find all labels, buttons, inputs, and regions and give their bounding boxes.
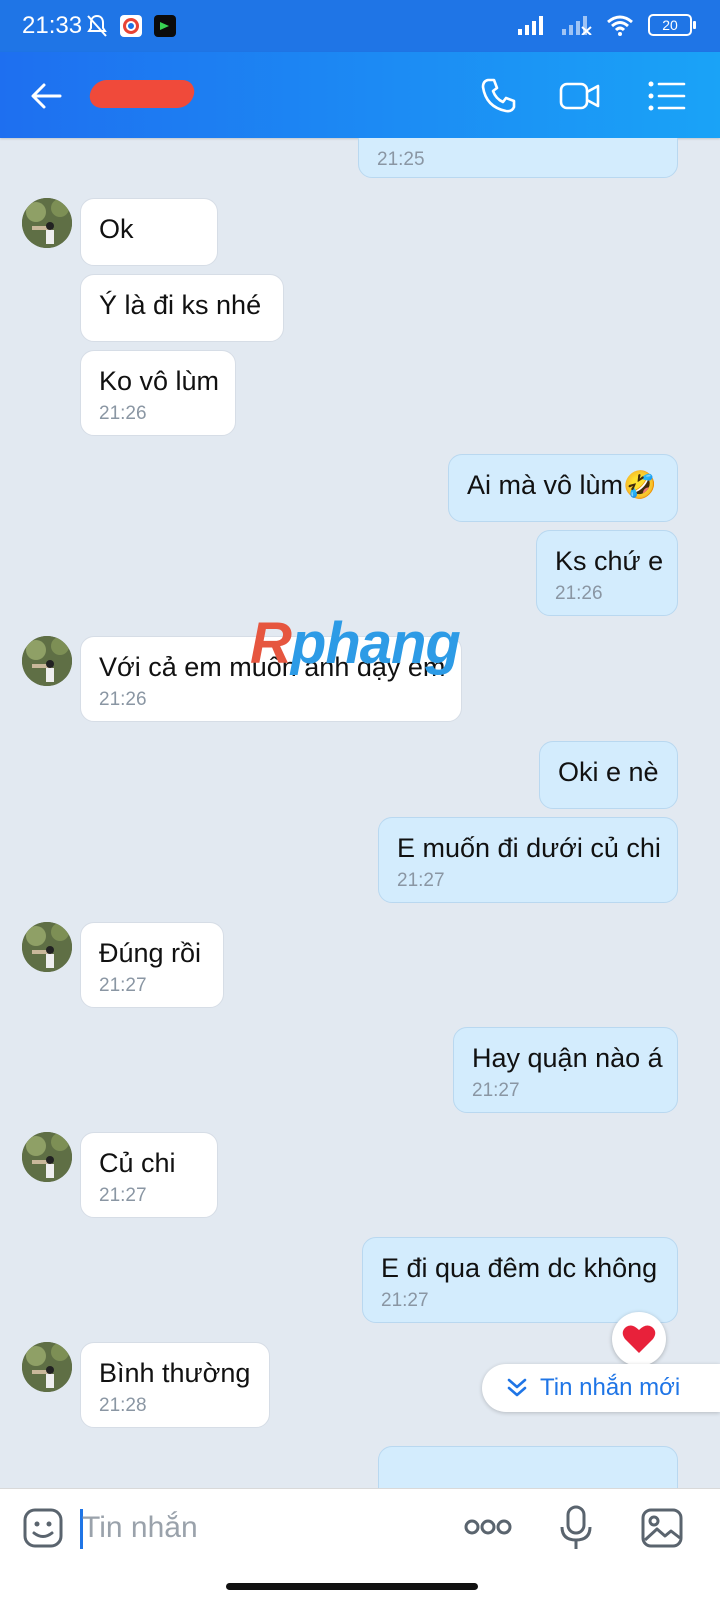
signal-icon (518, 16, 543, 35)
avatar[interactable] (22, 636, 72, 686)
message-bubble-incoming[interactable]: Củ chi 21:27 (80, 1132, 218, 1218)
sticker-emoji-icon[interactable] (22, 1507, 64, 1549)
status-bar: 21:33 20 (0, 0, 720, 52)
message-text: Hay quận nào á (472, 1043, 663, 1073)
bell-off-icon (87, 14, 107, 37)
message-time: 21:27 (472, 1080, 520, 1101)
heart-reaction-button[interactable] (612, 1312, 666, 1366)
new-messages-label: Tin nhắn mới (540, 1374, 681, 1401)
chat-header (0, 52, 720, 138)
message-bubble-outgoing[interactable]: Hay quận nào á 21:27 (453, 1027, 678, 1113)
message-text: Ko vô lùm (99, 366, 220, 396)
message-text: Ok (99, 214, 134, 244)
message-text: Ý là đi ks nhé (99, 290, 262, 320)
message-bubble-partial[interactable]: 21:25 (358, 138, 678, 178)
microphone-icon[interactable] (558, 1505, 594, 1551)
message-time: 21:28 (99, 1395, 147, 1416)
composer-bar (0, 1488, 720, 1601)
message-input[interactable] (80, 1503, 434, 1553)
message-text: Ai mà vô lùm🤣 (467, 470, 657, 500)
message-text: Bình thường (99, 1358, 251, 1388)
message-bubble-incoming[interactable]: Ko vô lùm 21:26 (80, 350, 236, 436)
double-chevron-down-icon (507, 1378, 527, 1397)
message-text: Ks chứ e (555, 546, 664, 576)
wifi-icon (607, 15, 633, 36)
message-bubble-outgoing[interactable]: Oki e nè (539, 741, 678, 809)
message-time: 21:27 (99, 1185, 147, 1206)
status-icons-right: 20 (518, 14, 696, 36)
avatar[interactable] (22, 1132, 72, 1182)
status-time: 21:33 (22, 12, 83, 39)
message-bubble-incoming[interactable]: Bình thường 21:28 (80, 1342, 270, 1428)
avatar[interactable] (22, 198, 72, 248)
home-indicator (226, 1583, 478, 1590)
avatar[interactable] (22, 922, 72, 972)
message-time: 21:26 (99, 689, 147, 710)
contact-name-redacted[interactable] (87, 80, 197, 108)
message-bubble-incoming[interactable]: Ý là đi ks nhé (80, 274, 284, 342)
message-bubble-incoming[interactable]: Đúng rồi 21:27 (80, 922, 224, 1008)
message-bubble-outgoing[interactable]: Ks chứ e 21:26 (536, 530, 678, 616)
message-time: 21:26 (555, 583, 603, 604)
phone-icon[interactable] (476, 74, 520, 118)
watermark-rest: phang (290, 611, 461, 676)
status-icons-left (86, 14, 176, 38)
message-time: 21:27 (397, 870, 445, 891)
message-text: Đúng rồi (99, 938, 202, 968)
message-text: E muốn đi dưới củ chi (397, 833, 661, 863)
battery-icon: 20 (648, 14, 696, 36)
message-time: 21:27 (381, 1290, 429, 1311)
signal-2-icon (562, 16, 592, 35)
avatar[interactable] (22, 1342, 72, 1392)
menu-list-icon[interactable] (644, 74, 688, 118)
message-bubble-incoming[interactable]: Ok (80, 198, 218, 266)
message-bubble-outgoing[interactable]: E đi qua đêm dc không 21:27 (362, 1237, 678, 1323)
message-time: 21:26 (99, 403, 147, 424)
heart-icon (622, 1325, 656, 1353)
chat-area[interactable]: 21:25 Ok Ý là đi ks nhé Ko vô lùm 21:26 … (0, 138, 720, 1488)
video-call-icon[interactable] (558, 74, 602, 118)
message-text: Oki e nè (558, 757, 659, 787)
message-text: Củ chi (99, 1148, 176, 1178)
chrome-icon (120, 15, 142, 37)
message-bubble-partial[interactable] (378, 1446, 678, 1488)
more-options-icon[interactable] (464, 1515, 512, 1539)
message-text: E đi qua đêm dc không (381, 1253, 658, 1283)
new-messages-button[interactable]: Tin nhắn mới (482, 1364, 720, 1412)
back-arrow-icon[interactable] (26, 76, 66, 116)
message-time: 21:27 (99, 975, 147, 996)
watermark-logo: Rphang (250, 610, 461, 677)
message-time: 21:25 (377, 149, 425, 170)
app-icon (154, 15, 176, 37)
watermark-first-letter: R (250, 611, 292, 676)
message-bubble-outgoing[interactable]: E muốn đi dưới củ chi 21:27 (378, 817, 678, 903)
message-bubble-outgoing[interactable]: Ai mà vô lùm🤣 (448, 454, 678, 522)
image-gallery-icon[interactable] (640, 1507, 684, 1549)
